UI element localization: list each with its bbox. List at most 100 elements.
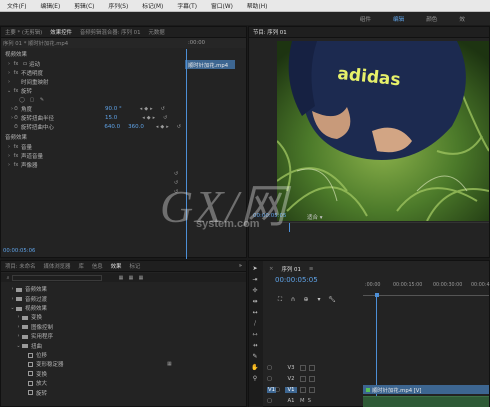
expand-arrow-icon[interactable]: ›: [15, 324, 22, 330]
stopwatch-icon[interactable]: ⏱: [11, 115, 21, 121]
slide-icon[interactable]: ⇸: [249, 342, 261, 352]
accelerated-effects-icon[interactable]: ▦: [116, 275, 126, 281]
eye-icon[interactable]: [309, 376, 315, 382]
workspace-tab-effects[interactable]: 效: [448, 15, 476, 23]
menu-window[interactable]: 窗口(W): [204, 1, 240, 10]
track-header-v1[interactable]: V1 ▢ V1: [265, 385, 363, 395]
collapse-arrow-icon[interactable]: ⌄: [9, 305, 16, 311]
panel-menu-icon[interactable]: »: [235, 263, 246, 269]
source-patch-v1[interactable]: V1: [265, 387, 276, 393]
workspace-tab-editing[interactable]: 编辑: [382, 15, 415, 23]
rolling-edit-icon[interactable]: ⇹: [249, 298, 261, 308]
effects-tree-item[interactable]: › 音频过渡: [1, 294, 48, 303]
center-y-value[interactable]: 360.0: [128, 124, 144, 130]
expand-arrow-icon[interactable]: ›: [9, 296, 16, 302]
workspace-tab-color[interactable]: 颜色: [415, 15, 448, 23]
effects-tree-item[interactable]: 放大: [1, 379, 47, 388]
effects-tree-item[interactable]: › 音频效果: [1, 285, 48, 294]
track-lock-icon[interactable]: ▢: [265, 365, 285, 371]
tab-media-browser[interactable]: 媒体浏览器: [39, 262, 74, 270]
stopwatch-icon[interactable]: ⏱: [11, 124, 21, 130]
menu-title[interactable]: 字幕(T): [170, 1, 204, 10]
timeline-clip-a1[interactable]: [363, 396, 489, 407]
collapse-arrow-icon[interactable]: ⌄: [15, 343, 22, 349]
ellipse-mask-icon[interactable]: ◯: [17, 97, 27, 103]
reset-icon[interactable]: ↺: [161, 106, 165, 112]
track-header-v2[interactable]: ▢ V2: [265, 374, 363, 384]
tab-project[interactable]: 项目: 未命名: [1, 262, 39, 270]
razor-icon[interactable]: ⧸: [249, 320, 261, 330]
effects-tree-item[interactable]: › 变换: [1, 313, 43, 322]
effect-row-volume[interactable]: › fx 音量: [1, 143, 32, 152]
program-scrub-bar[interactable]: [277, 222, 489, 232]
zoom-icon[interactable]: ⚲: [249, 375, 261, 385]
reset-icon[interactable]: ↺: [177, 124, 181, 130]
ripple-edit-icon[interactable]: ✢: [249, 287, 261, 297]
effect-row-opacity[interactable]: › fx 不透明度: [1, 69, 43, 78]
menu-file[interactable]: 文件(F): [0, 1, 33, 10]
expand-arrow-icon[interactable]: ›: [1, 61, 11, 67]
track-header-v3[interactable]: ▢ V3: [265, 363, 363, 373]
effects-tree-item[interactable]: 位移: [1, 351, 47, 360]
rectangle-mask-icon[interactable]: ▢: [27, 97, 37, 103]
tab-info[interactable]: 信息: [88, 262, 107, 270]
keyframe-nav-icon[interactable]: ◂◆▸: [142, 115, 157, 121]
center-x-value[interactable]: 640.0: [104, 124, 120, 130]
effects-search-input[interactable]: [12, 274, 102, 281]
snap-icon[interactable]: ∩: [288, 296, 298, 304]
effects-tree-item[interactable]: › 实用程序: [1, 332, 54, 341]
expand-arrow-icon[interactable]: ›: [9, 286, 16, 292]
menu-sequence[interactable]: 序列(S): [101, 1, 135, 10]
expand-arrow-icon[interactable]: ›: [1, 79, 11, 85]
track-header-a1[interactable]: ▢ A1 MS: [265, 396, 363, 406]
menu-edit[interactable]: 编辑(E): [33, 1, 67, 10]
workspace-tab-assembly[interactable]: 组件: [349, 15, 382, 23]
track-lock-icon[interactable]: ▢: [275, 387, 285, 393]
expand-arrow-icon[interactable]: ›: [1, 70, 11, 76]
track-select-icon[interactable]: ⇥: [249, 276, 261, 286]
linked-selection-icon[interactable]: ⊕: [301, 296, 311, 304]
tab-library[interactable]: 库: [74, 262, 87, 270]
selection-tool-icon[interactable]: ➤: [249, 265, 261, 275]
32bit-effects-icon[interactable]: ▦: [126, 275, 136, 281]
pen-mask-icon[interactable]: ✎: [37, 97, 47, 103]
add-marker-icon[interactable]: ▾: [314, 296, 324, 304]
effects-tree-item[interactable]: ⌄ 视频效果: [1, 304, 47, 313]
program-playhead[interactable]: [289, 223, 290, 232]
wrench-icon[interactable]: 🔧︎: [327, 296, 337, 304]
timeline-clip-v1[interactable]: 顺时针加花.mp4 [V]: [363, 385, 489, 394]
sync-lock-icon[interactable]: [300, 387, 306, 393]
fit-dropdown[interactable]: 适合 ▾: [307, 213, 323, 221]
effects-tree-item[interactable]: › 图像控制: [1, 323, 54, 332]
eye-icon[interactable]: [309, 365, 315, 371]
keyframe-nav-icon[interactable]: ◂◆▸: [156, 124, 171, 130]
tab-effect-controls[interactable]: 效果控件: [46, 28, 76, 36]
effect-row-channel-volume[interactable]: › fx 声道音量: [1, 152, 43, 161]
expand-arrow-icon[interactable]: ›: [15, 314, 22, 320]
expand-arrow-icon[interactable]: ›: [1, 153, 11, 159]
effects-tree-item[interactable]: 变换: [1, 370, 47, 379]
eye-icon[interactable]: [309, 387, 315, 393]
solo-icon[interactable]: S: [308, 398, 311, 404]
tab-markers[interactable]: 标记: [125, 262, 144, 270]
pen-icon[interactable]: ✎: [249, 353, 261, 363]
sync-lock-icon[interactable]: [300, 365, 306, 371]
yuv-effects-icon[interactable]: ▦: [136, 275, 146, 281]
stopwatch-icon[interactable]: ⏱: [11, 106, 21, 112]
effect-row-twirl[interactable]: ⌄ fx 旋转: [1, 87, 32, 96]
effects-tree-item[interactable]: 变形稳定器 ▦: [1, 360, 172, 369]
effect-row-time-remap[interactable]: › 时间重映射: [1, 78, 49, 87]
collapse-arrow-icon[interactable]: ⌄: [1, 88, 11, 94]
tab-audio-mixer[interactable]: 音频剪辑混合器: 序列 01: [76, 28, 145, 36]
expand-arrow-icon[interactable]: ›: [1, 144, 11, 150]
slip-icon[interactable]: ⇿: [249, 331, 261, 341]
search-icon[interactable]: ⌕: [4, 275, 12, 281]
rate-stretch-icon[interactable]: ↔: [249, 309, 261, 319]
mute-icon[interactable]: M: [300, 398, 305, 404]
expand-arrow-icon[interactable]: ›: [1, 162, 11, 168]
menu-clip[interactable]: 剪辑(C): [67, 1, 101, 10]
tab-source[interactable]: 主要 * (无剪辑): [1, 28, 46, 36]
keyframe-nav-icon[interactable]: ◂◆▸: [140, 106, 155, 112]
tab-effects[interactable]: 效果: [107, 262, 126, 270]
effect-row-panner[interactable]: › fx 声像器: [1, 161, 38, 170]
